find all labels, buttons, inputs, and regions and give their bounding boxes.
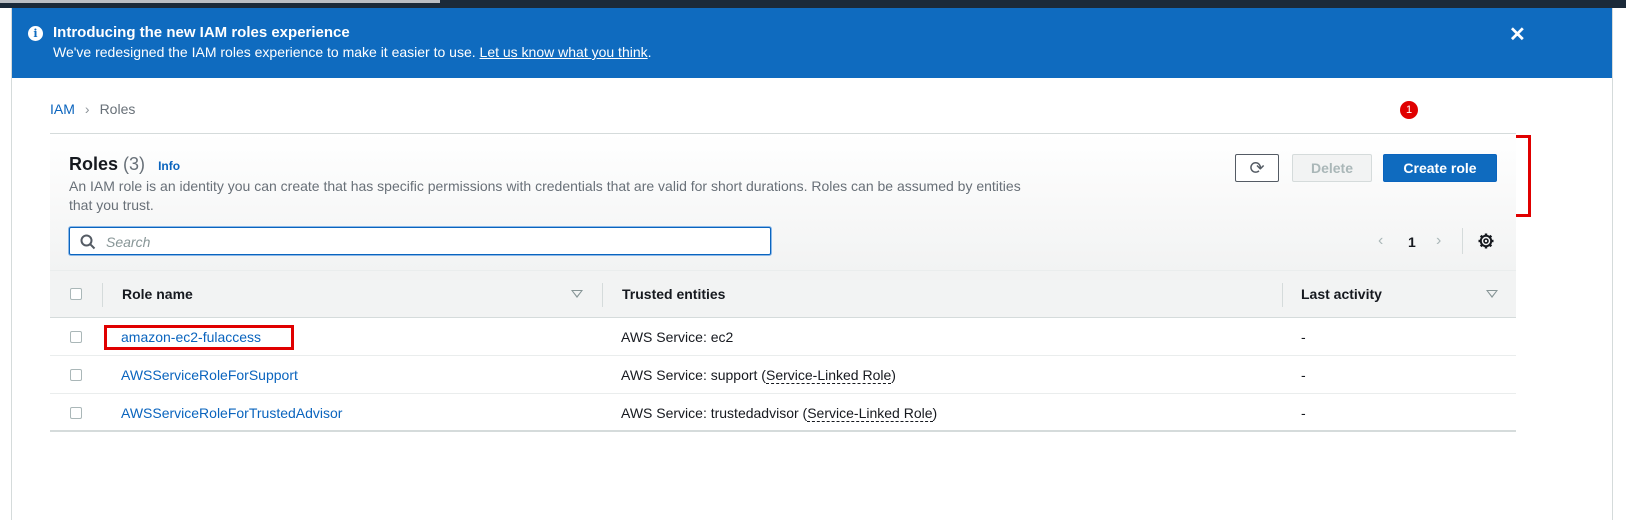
chevron-right-icon: › [84, 101, 90, 117]
refresh-icon: ⟳ [1249, 158, 1265, 178]
breadcrumb: IAM › Roles [50, 101, 135, 117]
select-all-checkbox[interactable] [70, 288, 82, 300]
row-checkbox[interactable] [70, 369, 82, 381]
sort-icon[interactable] [571, 290, 583, 298]
search-icon [80, 234, 96, 250]
pager-divider [1462, 228, 1463, 254]
service-linked-role-tooltip[interactable]: Service-Linked Role [807, 405, 933, 422]
trusted-entity-text: AWS Service: trustedadvisor ( [621, 405, 808, 421]
last-activity: - [1301, 405, 1306, 421]
info-banner: i Introducing the new IAM roles experien… [12, 8, 1612, 78]
row-checkbox[interactable] [70, 331, 82, 343]
delete-button[interactable]: Delete [1292, 154, 1372, 182]
column-divider [1282, 283, 1283, 307]
breadcrumb-iam[interactable]: IAM [50, 101, 75, 117]
info-link[interactable]: Info [158, 159, 180, 173]
trusted-entity: AWS Service: ec2 [621, 329, 733, 345]
sort-icon[interactable] [1486, 290, 1498, 298]
page-number[interactable]: 1 [1408, 234, 1416, 250]
search-box[interactable] [69, 227, 771, 255]
table-row: AWSServiceRoleForSupport AWS Service: su… [50, 356, 1516, 394]
browser-top-bar [0, 0, 1626, 8]
table-row: AWSServiceRoleForTrustedAdvisor AWS Serv… [50, 394, 1516, 432]
search-input[interactable] [104, 232, 758, 252]
step-badge: 1 [1400, 101, 1418, 119]
chevron-left-icon[interactable]: ‹ [1378, 232, 1383, 250]
column-divider [602, 283, 603, 307]
role-name-link[interactable]: AWSServiceRoleForSupport [121, 367, 298, 383]
gear-icon[interactable] [1478, 233, 1494, 249]
trusted-entity: AWS Service: trustedadvisor (Service-Lin… [621, 405, 938, 422]
close-icon[interactable]: ✕ [1509, 22, 1526, 47]
column-role-name[interactable]: Role name [122, 286, 193, 302]
row-checkbox[interactable] [70, 407, 82, 419]
trusted-entity-text: AWS Service: support ( [621, 367, 766, 383]
browser-tab-strip [0, 0, 440, 3]
trusted-entity-suffix: ) [932, 405, 938, 421]
roles-count: (3) [123, 154, 146, 174]
feedback-link[interactable]: Let us know what you think [480, 44, 648, 60]
info-icon: i [28, 26, 43, 41]
panel-description: An IAM role is an identity you can creat… [69, 178, 1021, 213]
column-trusted-entities[interactable]: Trusted entities [622, 286, 725, 302]
banner-title: Introducing the new IAM roles experience [53, 24, 350, 41]
trusted-entity-suffix: ) [891, 367, 896, 383]
banner-link-suffix: . [647, 44, 652, 60]
role-name-highlight [104, 325, 294, 350]
role-name-link[interactable]: AWSServiceRoleForTrustedAdvisor [121, 405, 342, 421]
banner-description: We've redesigned the IAM roles experienc… [53, 44, 652, 60]
breadcrumb-roles: Roles [99, 101, 136, 117]
trusted-entity: AWS Service: support (Service-Linked Rol… [621, 367, 896, 384]
right-edge [1612, 8, 1626, 520]
table-header: Role name Trusted entities Last activity [50, 270, 1516, 318]
panel-header: Roles (3) Info An IAM role is an identit… [50, 134, 1516, 270]
create-role-button[interactable]: Create role [1383, 154, 1497, 182]
column-last-activity[interactable]: Last activity [1301, 286, 1382, 302]
last-activity: - [1301, 367, 1306, 383]
service-linked-role-tooltip[interactable]: Service-Linked Role [765, 367, 892, 384]
trusted-entity-text: AWS Service: ec2 [621, 329, 734, 345]
panel-title: Roles (3) Info [69, 154, 180, 175]
left-nav-collapsed [0, 8, 12, 520]
banner-description-text: We've redesigned the IAM roles experienc… [53, 44, 476, 60]
refresh-button[interactable]: ⟳ [1235, 154, 1279, 182]
last-activity: - [1301, 329, 1306, 345]
roles-panel: Roles (3) Info An IAM role is an identit… [50, 133, 1516, 435]
chevron-right-icon[interactable]: › [1436, 232, 1441, 250]
column-divider [102, 283, 103, 307]
roles-heading: Roles [69, 154, 119, 174]
